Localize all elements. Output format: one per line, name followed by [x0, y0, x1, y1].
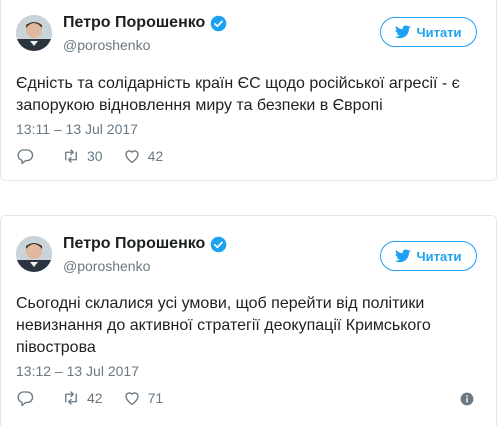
retweet-count: 42	[87, 390, 103, 406]
author-handle[interactable]: @poroshenko	[63, 36, 150, 54]
retweet-icon	[65, 391, 77, 405]
follow-label: Читати	[416, 24, 462, 40]
reply-icon	[17, 149, 34, 165]
tweet-timestamp[interactable]: 13:11 – 13 Jul 2017	[16, 120, 138, 138]
follow-button[interactable]: Читати	[380, 241, 477, 271]
tweet-actions: 42 71	[16, 389, 183, 407]
author-name-row[interactable]: Петро Порошенко	[63, 234, 227, 254]
tweet-card: Петро Порошенко @poroshenko Читати Сього…	[0, 215, 497, 426]
twitter-bird-icon	[395, 25, 412, 39]
verified-badge-icon	[211, 15, 227, 31]
author-name[interactable]: Петро Порошенко	[63, 234, 205, 254]
heart-icon	[124, 150, 139, 164]
tweet-text: Єдність та солідарність країн ЄС щодо ро…	[16, 75, 460, 114]
author-name-row[interactable]: Петро Порошенко	[63, 13, 227, 33]
tweet-actions: 30 42	[16, 147, 183, 165]
reply-button[interactable]	[16, 389, 34, 407]
retweet-count: 30	[87, 148, 103, 164]
info-icon[interactable]	[460, 392, 474, 406]
avatar[interactable]	[16, 236, 52, 272]
tweet-card: Петро Порошенко @poroshenko Читати Єдніс…	[0, 0, 497, 181]
like-count: 42	[147, 148, 164, 164]
avatar-image	[16, 236, 52, 272]
author-name[interactable]: Петро Порошенко	[63, 13, 205, 33]
twitter-bird-icon	[395, 249, 412, 263]
avatar[interactable]	[16, 15, 52, 51]
verified-badge-icon	[211, 236, 227, 252]
retweet-icon	[65, 149, 77, 163]
follow-label: Читати	[416, 248, 462, 264]
reply-icon	[17, 391, 34, 407]
tweet-text: Сьогодні склалися усі умови, щоб перейти…	[16, 295, 431, 356]
reply-button[interactable]	[16, 147, 34, 165]
like-button[interactable]: 42	[123, 147, 164, 165]
avatar-image	[16, 15, 52, 51]
author-handle[interactable]: @poroshenko	[63, 257, 150, 275]
retweet-button[interactable]: 30	[62, 147, 103, 165]
follow-button[interactable]: Читати	[380, 17, 477, 47]
heart-icon	[124, 392, 139, 406]
tweet-timestamp[interactable]: 13:12 – 13 Jul 2017	[16, 362, 139, 380]
like-count: 71	[147, 390, 164, 406]
like-button[interactable]: 71	[123, 389, 164, 407]
retweet-button[interactable]: 42	[62, 389, 103, 407]
